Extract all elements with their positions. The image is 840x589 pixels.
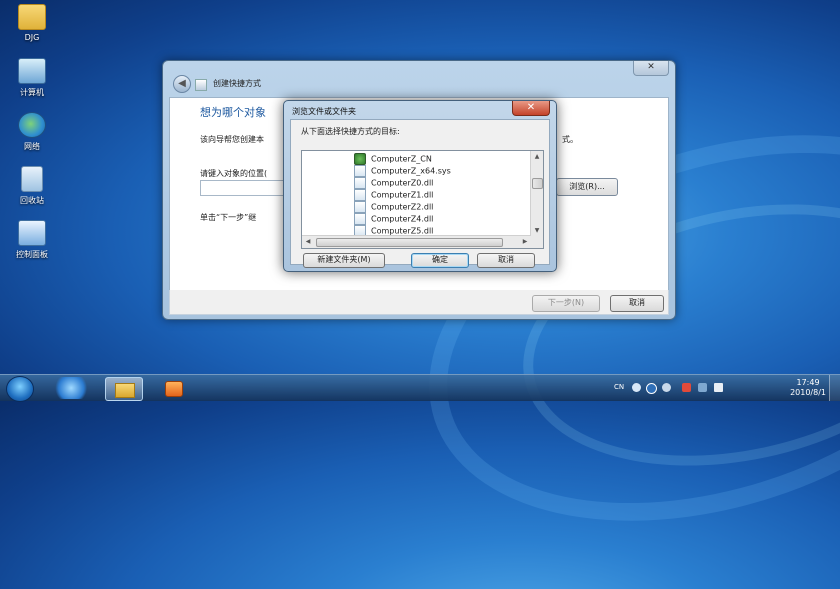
back-button[interactable]: ◀ bbox=[173, 75, 191, 93]
application-icon bbox=[354, 153, 366, 165]
vertical-scroll-thumb[interactable] bbox=[532, 178, 543, 189]
windows-explorer-taskbar-button[interactable] bbox=[105, 377, 143, 401]
ime-settings-icon[interactable] bbox=[662, 383, 671, 392]
internet-explorer-icon[interactable] bbox=[55, 377, 91, 399]
file-tree[interactable]: ComputerZ_CN ComputerZ_x64.sys ComputerZ… bbox=[301, 150, 544, 249]
computer-icon bbox=[18, 58, 46, 84]
help-icon[interactable] bbox=[646, 383, 657, 394]
tree-item[interactable]: ComputerZ0.dll bbox=[354, 177, 433, 189]
wizard-title: 创建快捷方式 bbox=[213, 79, 261, 88]
tree-item[interactable]: ComputerZ1.dll bbox=[354, 189, 433, 201]
desktop-icon-label: 回收站 bbox=[20, 196, 44, 205]
wizard-footer: 下一步(N) 取消 bbox=[169, 290, 669, 315]
ime-icon[interactable] bbox=[632, 383, 641, 392]
browse-dialog-title: 浏览文件或文件夹 bbox=[292, 107, 356, 116]
folder-icon bbox=[115, 383, 135, 398]
dll-file-icon bbox=[354, 177, 366, 189]
desktop-icon-control-panel[interactable]: 控制面板 bbox=[6, 220, 58, 260]
scroll-left-icon[interactable]: ◀ bbox=[302, 236, 314, 248]
desktop-icon-label: DJG bbox=[24, 33, 40, 42]
horizontal-scrollbar[interactable]: ◀ ▶ bbox=[302, 235, 531, 248]
folder-icon bbox=[18, 4, 46, 30]
tree-item[interactable]: ComputerZ4.dll bbox=[354, 213, 433, 225]
tree-item-label: ComputerZ4.dll bbox=[371, 214, 434, 224]
desktop-icon-computer[interactable]: 计算机 bbox=[6, 58, 58, 98]
dll-file-icon bbox=[354, 189, 366, 201]
browse-cancel-button[interactable]: 取消 bbox=[477, 253, 535, 268]
desktop-icon-label: 计算机 bbox=[20, 88, 44, 97]
ok-button[interactable]: 确定 bbox=[411, 253, 469, 268]
new-folder-button[interactable]: 新建文件夹(M) bbox=[303, 253, 385, 268]
tree-item-label: ComputerZ_x64.sys bbox=[371, 166, 451, 176]
location-input[interactable] bbox=[200, 180, 292, 196]
tree-item[interactable]: ComputerZ_CN bbox=[354, 153, 432, 165]
desktop-icon-djg[interactable]: DJG bbox=[6, 4, 58, 42]
browse-dialog: 浏览文件或文件夹 ✕ 从下面选择快捷方式的目标: ComputerZ_CN Co… bbox=[283, 100, 557, 272]
tree-item-label: ComputerZ0.dll bbox=[371, 178, 434, 188]
wizard-close-button[interactable]: ✕ bbox=[633, 61, 669, 76]
input-language-indicator[interactable]: CN bbox=[614, 383, 624, 391]
cancel-button[interactable]: 取消 bbox=[610, 295, 664, 312]
action-center-icon[interactable] bbox=[682, 383, 691, 392]
network-icon bbox=[18, 112, 46, 138]
next-button[interactable]: 下一步(N) bbox=[532, 295, 600, 312]
horizontal-scroll-thumb[interactable] bbox=[316, 238, 503, 247]
system-file-icon bbox=[354, 165, 366, 177]
taskbar: CN 17:49 2010/8/1 bbox=[0, 374, 840, 402]
scroll-down-icon[interactable]: ▼ bbox=[531, 225, 543, 236]
desktop-icon-network[interactable]: 网络 bbox=[6, 112, 58, 152]
show-desktop-button[interactable] bbox=[829, 375, 840, 401]
taskbar-clock[interactable]: 17:49 2010/8/1 bbox=[790, 378, 826, 398]
dll-file-icon bbox=[354, 201, 366, 213]
start-button[interactable] bbox=[6, 376, 34, 402]
media-player-taskbar-button[interactable] bbox=[155, 377, 191, 399]
tree-item-label: ComputerZ2.dll bbox=[371, 202, 434, 212]
desktop-icon-label: 控制面板 bbox=[16, 250, 48, 259]
browse-dialog-titlebar[interactable]: 浏览文件或文件夹 ✕ bbox=[284, 101, 556, 119]
volume-icon[interactable] bbox=[714, 383, 723, 392]
browse-dialog-body: 从下面选择快捷方式的目标: ComputerZ_CN ComputerZ_x64… bbox=[290, 119, 550, 268]
network-status-icon[interactable] bbox=[698, 383, 707, 392]
dll-file-icon bbox=[354, 213, 366, 225]
scroll-corner bbox=[531, 236, 543, 248]
recycle-bin-icon bbox=[21, 166, 43, 192]
clock-date: 2010/8/1 bbox=[790, 388, 826, 397]
tree-item-label: ComputerZ1.dll bbox=[371, 190, 434, 200]
media-player-icon bbox=[165, 381, 183, 397]
wizard-titlebar[interactable]: ◀ 创建快捷方式 ✕ bbox=[163, 61, 675, 97]
wizard-description: 该向导帮您创建本 bbox=[200, 135, 264, 144]
vertical-scrollbar[interactable]: ▲ ▼ bbox=[530, 151, 543, 236]
tree-item-label: ComputerZ_CN bbox=[371, 154, 432, 164]
tree-item[interactable]: ComputerZ_x64.sys bbox=[354, 165, 451, 177]
wizard-description-tail: 式。 bbox=[562, 135, 578, 144]
desktop-icon-label: 网络 bbox=[24, 142, 40, 151]
scroll-up-icon[interactable]: ▲ bbox=[531, 151, 543, 162]
shortcut-icon bbox=[195, 79, 207, 91]
desktop-icon-recycle-bin[interactable]: 回收站 bbox=[6, 166, 58, 206]
scroll-right-icon[interactable]: ▶ bbox=[519, 236, 531, 248]
control-panel-icon bbox=[18, 220, 46, 246]
browse-close-button[interactable]: ✕ bbox=[512, 101, 550, 116]
browse-button[interactable]: 浏览(R)... bbox=[556, 178, 618, 196]
wizard-heading: 想为哪个对象 bbox=[200, 106, 266, 119]
browse-dialog-label: 从下面选择快捷方式的目标: bbox=[301, 127, 400, 136]
tree-item[interactable]: ComputerZ2.dll bbox=[354, 201, 433, 213]
clock-time: 17:49 bbox=[796, 378, 820, 387]
system-tray: CN 17:49 2010/8/1 bbox=[610, 375, 840, 401]
wizard-hint: 单击“下一步”继 bbox=[200, 213, 257, 222]
location-label: 请键入对象的位置( bbox=[200, 169, 268, 178]
